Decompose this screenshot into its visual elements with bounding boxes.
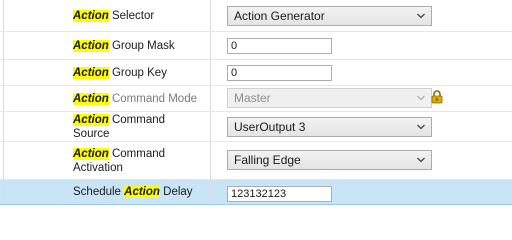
lock-icon (431, 90, 443, 104)
property-value-cell: UserOutput 3 (210, 112, 512, 141)
dropdown-value: Master (234, 91, 271, 105)
property-label: Command Mode (108, 92, 197, 105)
highlighted-term: Action (73, 66, 109, 79)
property-value-cell: Falling Edge (210, 142, 512, 179)
dropdown-value: UserOutput 3 (234, 120, 306, 134)
chevron-down-icon (417, 13, 425, 19)
property-row-action-group-mask[interactable]: Action Group Mask 0 (0, 32, 512, 60)
action-command-mode-dropdown: Master (227, 88, 432, 108)
property-label-cell: Action Command Mode (0, 86, 210, 111)
chevron-down-icon (417, 157, 425, 163)
property-row-action-selector[interactable]: Action Selector Action Generator (0, 0, 512, 32)
schedule-action-delay-input[interactable]: 123132123 (227, 186, 332, 202)
highlighted-term: Action (124, 186, 160, 198)
property-label-cell: Action Group Key (0, 60, 210, 85)
property-label-cell: Action Selector (0, 0, 210, 31)
property-value-cell: Action Generator (210, 0, 512, 31)
property-row-action-command-source[interactable]: Action Command Source UserOutput 3 (0, 112, 512, 142)
action-group-mask-input[interactable]: 0 (227, 38, 332, 54)
input-value: 0 (231, 67, 238, 79)
property-row-action-command-activation[interactable]: Action Command Activation Falling Edge (0, 142, 512, 180)
property-value-cell: 123132123 (210, 180, 512, 204)
action-command-source-dropdown[interactable]: UserOutput 3 (227, 117, 432, 137)
highlighted-term: Action (73, 147, 109, 160)
property-label-cell: Schedule Action Delay (0, 180, 210, 204)
property-value-cell: 0 (210, 32, 512, 59)
property-label: Group Mask (108, 39, 175, 52)
property-row-action-group-key[interactable]: Action Group Key 0 (0, 60, 512, 86)
property-label: Selector (108, 9, 155, 22)
property-value-cell: Master (210, 86, 512, 111)
highlighted-term: Action (73, 9, 109, 22)
property-label-cell: Action Group Mask (0, 32, 210, 59)
highlighted-term: Action (73, 113, 109, 126)
action-command-activation-dropdown[interactable]: Falling Edge (227, 150, 432, 170)
property-label-cell: Action Command Activation (0, 142, 210, 179)
property-grid: Action Selector Action Generator Action … (0, 0, 512, 205)
property-label: Group Key (108, 66, 167, 79)
property-value-cell: 0 (210, 60, 512, 85)
property-label: Delay (159, 186, 193, 198)
input-value: 0 (231, 40, 238, 52)
dropdown-value: Action Generator (234, 9, 325, 23)
highlighted-term: Action (73, 92, 109, 105)
chevron-down-icon (417, 95, 425, 101)
property-row-schedule-action-delay[interactable]: Schedule Action Delay 123132123 (0, 180, 512, 205)
property-label-prefix: Schedule (73, 186, 125, 198)
action-group-key-input[interactable]: 0 (227, 65, 332, 81)
highlighted-term: Action (73, 39, 109, 52)
property-label-cell: Action Command Source (0, 112, 210, 141)
input-value: 123132123 (231, 188, 287, 200)
chevron-down-icon (417, 124, 425, 130)
dropdown-value: Falling Edge (234, 153, 301, 167)
action-selector-dropdown[interactable]: Action Generator (227, 6, 432, 26)
property-row-action-command-mode[interactable]: Action Command Mode Master (0, 86, 512, 112)
